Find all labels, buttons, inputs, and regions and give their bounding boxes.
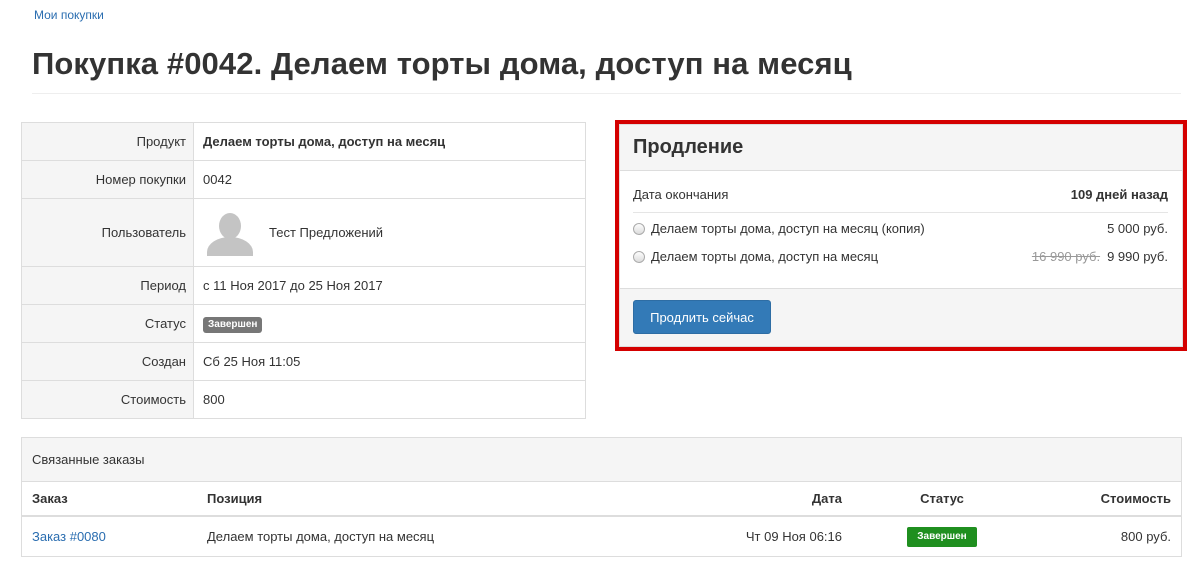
- order-date: Чт 09 Ноя 06:16: [745, 529, 842, 544]
- renewal-option-price: 9 990 руб.: [1107, 249, 1168, 264]
- column-header-cost: Стоимость: [1032, 482, 1181, 517]
- order-cost: 800 руб.: [1120, 529, 1171, 544]
- info-row-status: Статус Завершен: [21, 304, 586, 343]
- product-value: Делаем торты дома, доступ на месяц: [193, 122, 586, 161]
- renewal-option-old-price: 16 990 руб.: [1031, 249, 1101, 264]
- order-position: Делаем торты дома, доступ на месяц: [207, 529, 435, 544]
- user-block: Тест Предложений: [203, 210, 585, 256]
- status-label: Статус: [21, 304, 194, 343]
- column-header-date: Дата: [667, 482, 852, 517]
- title-divider: [32, 93, 1181, 94]
- renew-now-button[interactable]: Продлить сейчас: [633, 300, 771, 334]
- table-row: Заказ #0080 Делаем торты дома, доступ на…: [22, 516, 1181, 556]
- renewal-highlight-frame: Продление Дата окончания 109 дней назад …: [615, 120, 1187, 351]
- order-link[interactable]: Заказ #0080: [32, 529, 106, 544]
- purchase-number-label: Номер покупки: [21, 160, 194, 199]
- info-row-product: Продукт Делаем торты дома, доступ на мес…: [21, 122, 586, 161]
- page-title: Покупка #0042. Делаем торты дома, доступ…: [32, 46, 852, 81]
- column-header-position: Позиция: [197, 482, 667, 517]
- renewal-option-label: Делаем торты дома, доступ на месяц (копи…: [651, 221, 925, 236]
- order-cell: Заказ #0080: [22, 516, 197, 556]
- order-status-cell: Завершен: [852, 516, 1032, 556]
- info-row-created: Создан Сб 25 Ноя 11:05: [21, 342, 586, 381]
- renewal-footer: Продлить сейчас: [620, 288, 1182, 346]
- product-label: Продукт: [21, 122, 194, 161]
- renewal-panel: Продление Дата окончания 109 дней назад …: [619, 124, 1183, 347]
- avatar-placeholder-icon: [207, 210, 253, 256]
- info-row-cost: Стоимость 800: [21, 380, 586, 419]
- renewal-end-row: Дата окончания 109 дней назад: [633, 187, 1168, 202]
- user-label: Пользователь: [21, 198, 194, 267]
- cost-value: 800: [193, 380, 586, 419]
- purchase-number-value: 0042: [193, 160, 586, 199]
- created-value: Сб 25 Ноя 11:05: [193, 342, 586, 381]
- renewal-option[interactable]: Делаем торты дома, доступ на месяц (копи…: [633, 221, 1168, 236]
- renewal-option-left: Делаем торты дома, доступ на месяц: [633, 249, 878, 264]
- related-orders-panel: Связанные заказы Заказ Позиция Дата Стат…: [21, 437, 1182, 557]
- status-cell: Завершен: [193, 304, 586, 343]
- user-cell: Тест Предложений: [193, 198, 586, 267]
- cost-label: Стоимость: [21, 380, 194, 419]
- user-name: Тест Предложений: [269, 225, 384, 240]
- info-row-period: Период с 11 Ноя 2017 до 25 Ноя 2017: [21, 266, 586, 305]
- orders-header-row: Заказ Позиция Дата Статус Стоимость: [22, 482, 1181, 517]
- breadcrumb-my-purchases[interactable]: Мои покупки: [34, 8, 104, 22]
- status-badge: Завершен: [203, 316, 263, 333]
- renewal-divider: [633, 212, 1168, 213]
- renewal-option-price: 5 000 руб.: [1107, 221, 1168, 236]
- info-row-number: Номер покупки 0042: [21, 160, 586, 199]
- column-header-status: Статус: [852, 482, 1032, 517]
- related-orders-table: Заказ Позиция Дата Статус Стоимость Зака…: [22, 482, 1181, 556]
- renewal-option-left: Делаем торты дома, доступ на месяц (копи…: [633, 221, 925, 236]
- renewal-option[interactable]: Делаем торты дома, доступ на месяц 16 99…: [633, 249, 1168, 264]
- renewal-option-radio[interactable]: [633, 250, 645, 263]
- order-status-badge: Завершен: [907, 526, 977, 547]
- purchase-info-table: Продукт Делаем торты дома, доступ на мес…: [21, 122, 586, 419]
- end-date-label: Дата окончания: [633, 187, 729, 202]
- related-orders-title: Связанные заказы: [22, 438, 1181, 482]
- renewal-option-price-group: 16 990 руб. 9 990 руб.: [1032, 249, 1168, 264]
- renewal-option-label: Делаем торты дома, доступ на месяц: [651, 249, 879, 264]
- end-date-value: 109 дней назад: [1070, 187, 1168, 202]
- column-header-order: Заказ: [22, 482, 197, 517]
- renewal-option-radio[interactable]: [633, 222, 645, 235]
- info-row-user: Пользователь Тест Предложений: [21, 198, 586, 267]
- period-label: Период: [21, 266, 194, 305]
- created-label: Создан: [21, 342, 194, 381]
- period-value: с 11 Ноя 2017 до 25 Ноя 2017: [193, 266, 586, 305]
- renewal-title: Продление: [620, 125, 1182, 171]
